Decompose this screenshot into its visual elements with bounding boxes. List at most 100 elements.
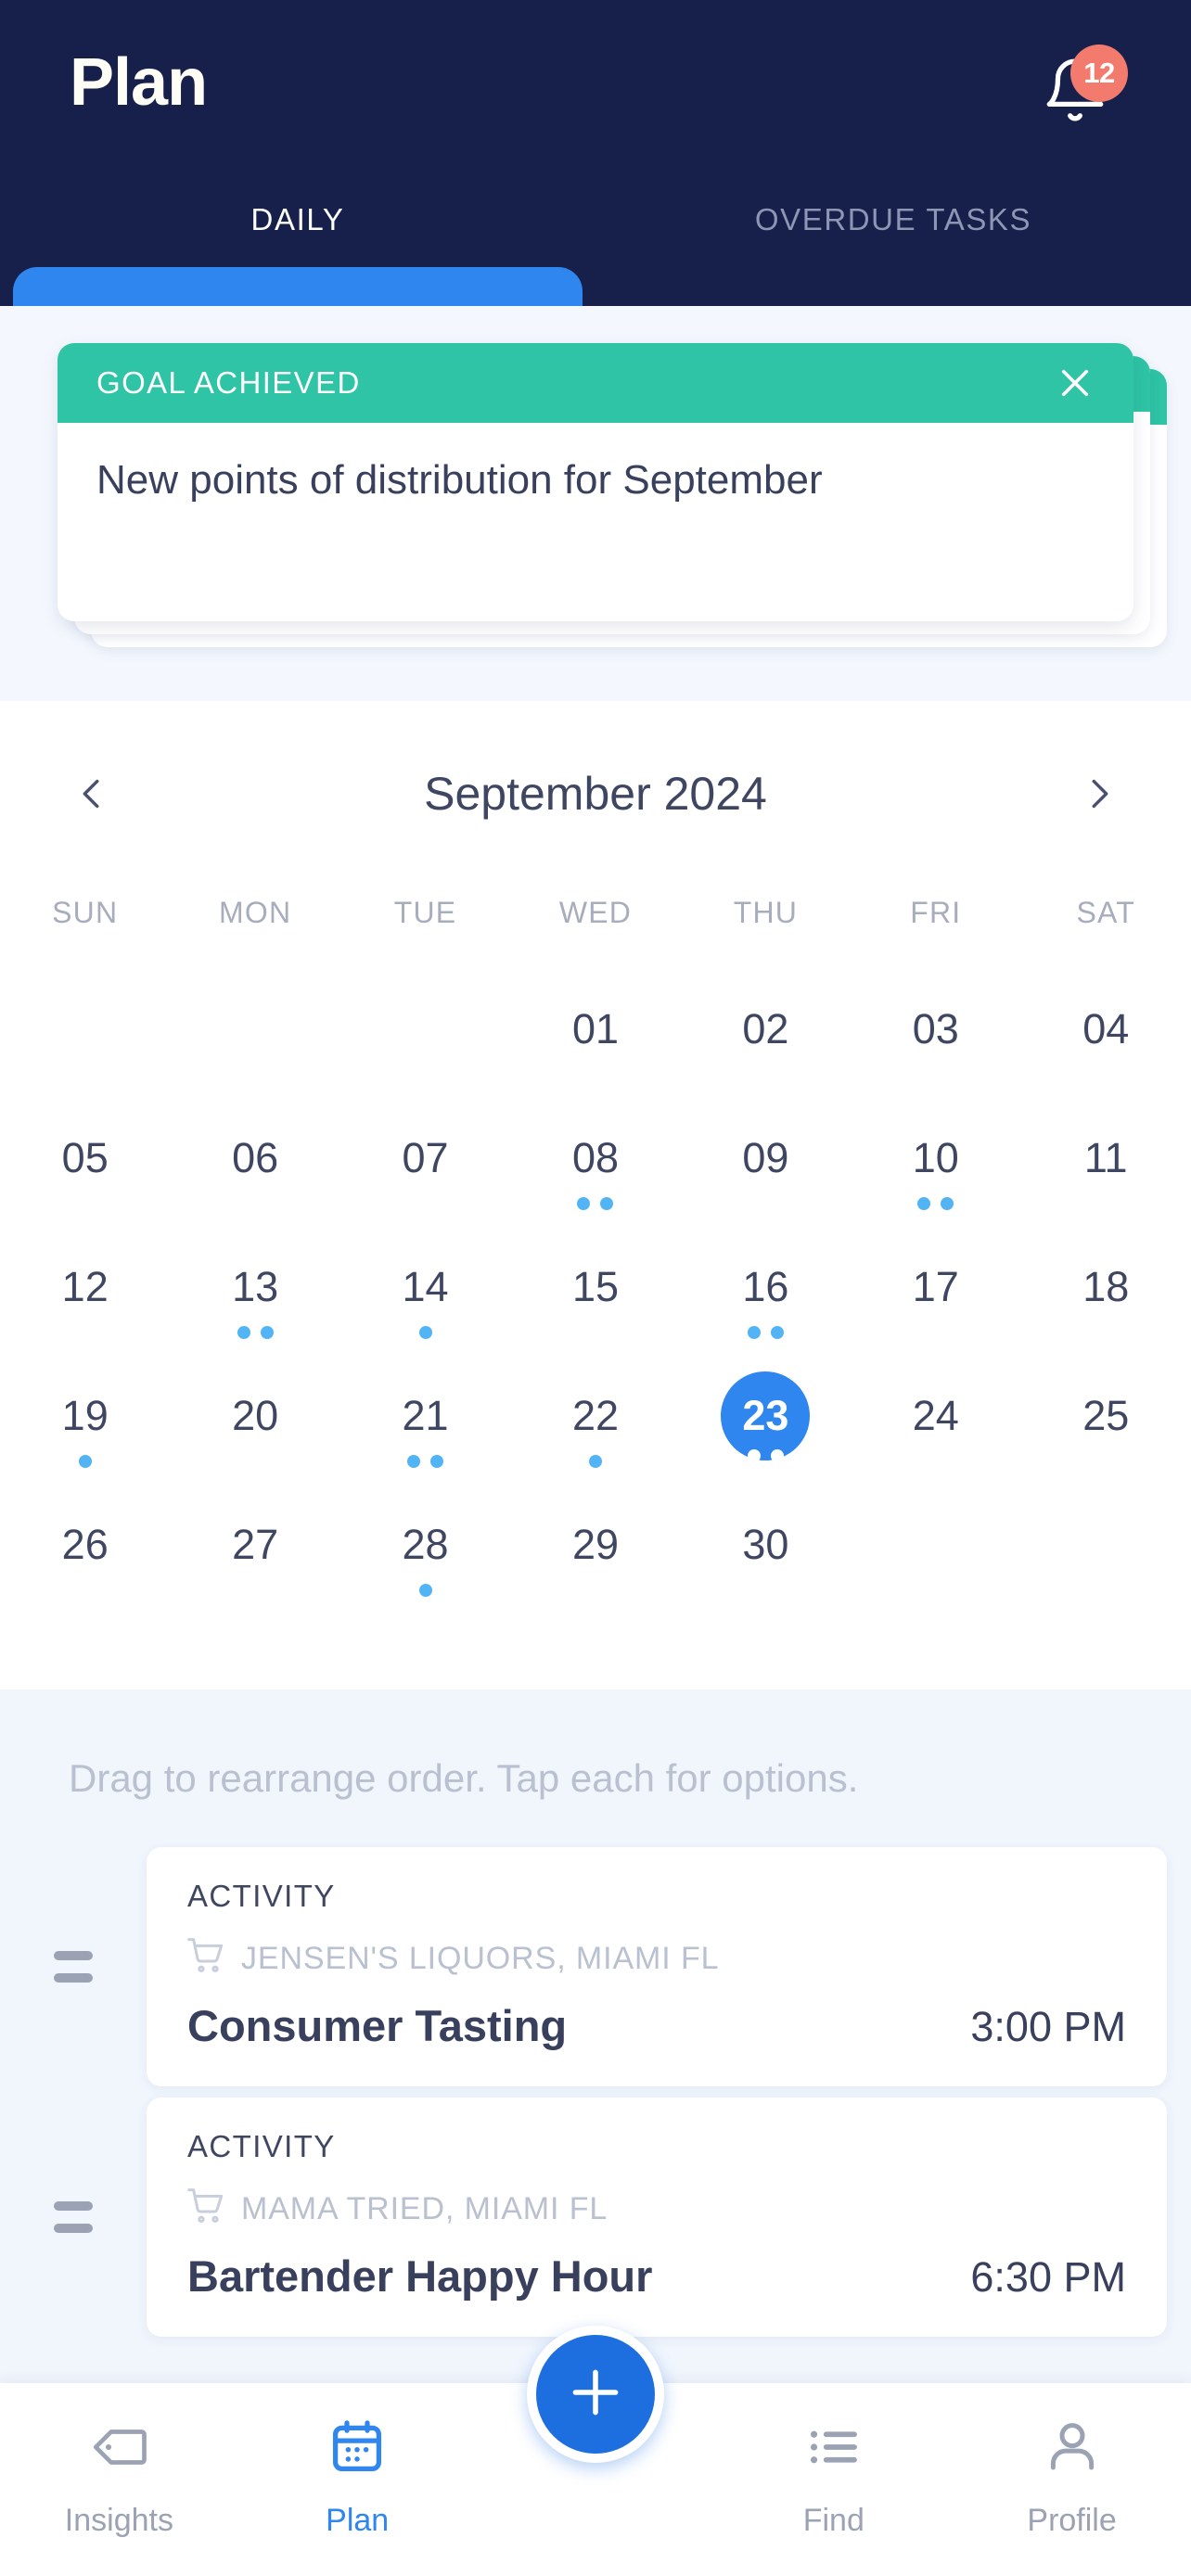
- calendar-day-24[interactable]: 24: [851, 1357, 1020, 1486]
- active-tab-indicator: [13, 267, 583, 306]
- calendar-day-number: 03: [912, 1005, 959, 1052]
- calendar-day-14[interactable]: 14: [340, 1228, 510, 1357]
- event-dot: [770, 1326, 784, 1339]
- calendar-day-29[interactable]: 29: [510, 1486, 680, 1614]
- calendar: September 2024 SUN MON TUE WED THU FRI S…: [0, 701, 1191, 1690]
- calendar-day-09[interactable]: 09: [681, 1099, 851, 1228]
- calendar-day-11[interactable]: 11: [1021, 1099, 1191, 1228]
- calendar-day-26[interactable]: 26: [0, 1486, 170, 1614]
- event-dot: [430, 1455, 444, 1468]
- activity-place: MAMA TRIED, MIAMI FL: [241, 2191, 608, 2226]
- calendar-day-number: 28: [402, 1521, 449, 1568]
- activity-title: Consumer Tasting: [187, 2001, 568, 2050]
- shopping-cart-icon: [187, 2188, 224, 2230]
- drag-handle-icon[interactable]: [0, 2201, 147, 2233]
- calendar-day-number: 07: [402, 1134, 449, 1181]
- tab-overdue-tasks[interactable]: OVERDUE TASKS: [596, 182, 1191, 306]
- activity-main-row: Bartender Happy Hour 6:30 PM: [187, 2251, 1126, 2302]
- calendar-day-27[interactable]: 27: [170, 1486, 339, 1614]
- calendar-day-18[interactable]: 18: [1021, 1228, 1191, 1357]
- calendar-day-04[interactable]: 04: [1021, 970, 1191, 1099]
- calendar-day-21[interactable]: 21: [340, 1357, 510, 1486]
- notification-badge: 12: [1070, 45, 1128, 102]
- shopping-cart-icon: [187, 1938, 224, 1980]
- calendar-day-22[interactable]: 22: [510, 1357, 680, 1486]
- list-item[interactable]: ACTIVITY MAMA TRIED, MIAMI FL Bartender …: [0, 2098, 1191, 2337]
- activity-kind: ACTIVITY: [187, 2129, 336, 2163]
- calendar-day-event-dots: [340, 1455, 510, 1468]
- activity-kind: ACTIVITY: [187, 1879, 336, 1913]
- activity-card[interactable]: ACTIVITY MAMA TRIED, MIAMI FL Bartender …: [147, 2098, 1167, 2337]
- activity-card[interactable]: ACTIVITY JENSEN'S LIQUORS, MIAMI FL Cons…: [147, 1847, 1167, 2086]
- goal-banner-area: GOAL ACHIEVED New points of distribution…: [0, 306, 1191, 701]
- nav-item-profile-label: Profile: [1027, 2503, 1117, 2538]
- calendar-day-number: 29: [571, 1521, 619, 1568]
- calendar-day-number: 26: [61, 1521, 109, 1568]
- calendar-day-03[interactable]: 03: [851, 970, 1020, 1099]
- drag-handle-icon[interactable]: [0, 1951, 147, 1983]
- calendar-day-17[interactable]: 17: [851, 1228, 1020, 1357]
- calendar-day-12[interactable]: 12: [0, 1228, 170, 1357]
- activity-main-row: Consumer Tasting 3:00 PM: [187, 2000, 1126, 2051]
- calendar-day-23[interactable]: 23: [681, 1357, 851, 1486]
- calendar-day-event-dots: [340, 1584, 510, 1597]
- calendar-day-number: 21: [402, 1392, 449, 1439]
- nav-item-find[interactable]: Find: [714, 2383, 953, 2539]
- activity-time: 3:00 PM: [970, 2003, 1126, 2050]
- goal-text: New points of distribution for September: [96, 457, 823, 503]
- calendar-day-number: 13: [232, 1263, 279, 1310]
- calendar-day-number: [1061, 1500, 1150, 1589]
- calendar-day-25[interactable]: 25: [1021, 1357, 1191, 1486]
- calendar-day-15[interactable]: 15: [510, 1228, 680, 1357]
- calendar-day-06[interactable]: 06: [170, 1099, 339, 1228]
- calendar-week-row: 19 20 21 22 23 24 25: [0, 1357, 1191, 1486]
- calendar-day-event-dots: [340, 1326, 510, 1339]
- add-button[interactable]: [527, 2326, 664, 2463]
- nav-item-profile[interactable]: Profile: [953, 2383, 1191, 2539]
- chevron-right-icon[interactable]: [1057, 752, 1141, 835]
- weekday-sat: SAT: [1076, 896, 1135, 929]
- calendar-day-08[interactable]: 08: [510, 1099, 680, 1228]
- calendar-day-13[interactable]: 13: [170, 1228, 339, 1357]
- notifications-button[interactable]: 12: [1041, 45, 1128, 132]
- event-dot: [747, 1449, 761, 1462]
- calendar-day-event-dots: [681, 1449, 851, 1462]
- goal-card[interactable]: GOAL ACHIEVED New points of distribution…: [58, 343, 1133, 621]
- event-dot: [747, 1326, 761, 1339]
- tab-daily[interactable]: DAILY: [0, 182, 596, 306]
- calendar-day-20[interactable]: 20: [170, 1357, 339, 1486]
- calendar-day-02[interactable]: 02: [681, 970, 851, 1099]
- calendar-day-number: 17: [912, 1263, 959, 1310]
- goal-card-stack: GOAL ACHIEVED New points of distribution…: [58, 343, 1167, 649]
- calendar-day-number: [891, 1500, 980, 1589]
- calendar-day-event-dots: [510, 1455, 680, 1468]
- tag-icon: [88, 2417, 149, 2482]
- list-icon: [803, 2417, 864, 2482]
- weekday-fri: FRI: [910, 896, 962, 929]
- event-dot: [78, 1455, 92, 1468]
- event-dot: [917, 1197, 931, 1210]
- tab-overdue-tasks-label: OVERDUE TASKS: [754, 202, 1032, 236]
- calendar-day-28[interactable]: 28: [340, 1486, 510, 1614]
- nav-item-plan[interactable]: Plan: [238, 2383, 477, 2539]
- close-icon[interactable]: [1050, 358, 1100, 408]
- calendar-day-05[interactable]: 05: [0, 1099, 170, 1228]
- calendar-day-10[interactable]: 10: [851, 1099, 1020, 1228]
- header-tabs: DAILY OVERDUE TASKS: [0, 182, 1191, 306]
- calendar-day-30[interactable]: 30: [681, 1486, 851, 1614]
- calendar-day-event-dots: [0, 1455, 170, 1468]
- calendar-day-number: 24: [912, 1392, 959, 1439]
- calendar-day-07[interactable]: 07: [340, 1099, 510, 1228]
- calendar-day-01[interactable]: 01: [510, 970, 680, 1099]
- event-dot: [600, 1197, 614, 1210]
- list-item[interactable]: ACTIVITY JENSEN'S LIQUORS, MIAMI FL Cons…: [0, 1847, 1191, 2086]
- calendar-day-19[interactable]: 19: [0, 1357, 170, 1486]
- nav-item-insights[interactable]: Insights: [0, 2383, 238, 2539]
- event-dot: [770, 1449, 784, 1462]
- event-dot: [418, 1326, 432, 1339]
- event-dot: [588, 1455, 602, 1468]
- calendar-day-number: 22: [571, 1392, 619, 1439]
- calendar-day-number: 05: [61, 1134, 109, 1181]
- chevron-left-icon[interactable]: [50, 752, 134, 835]
- calendar-day-16[interactable]: 16: [681, 1228, 851, 1357]
